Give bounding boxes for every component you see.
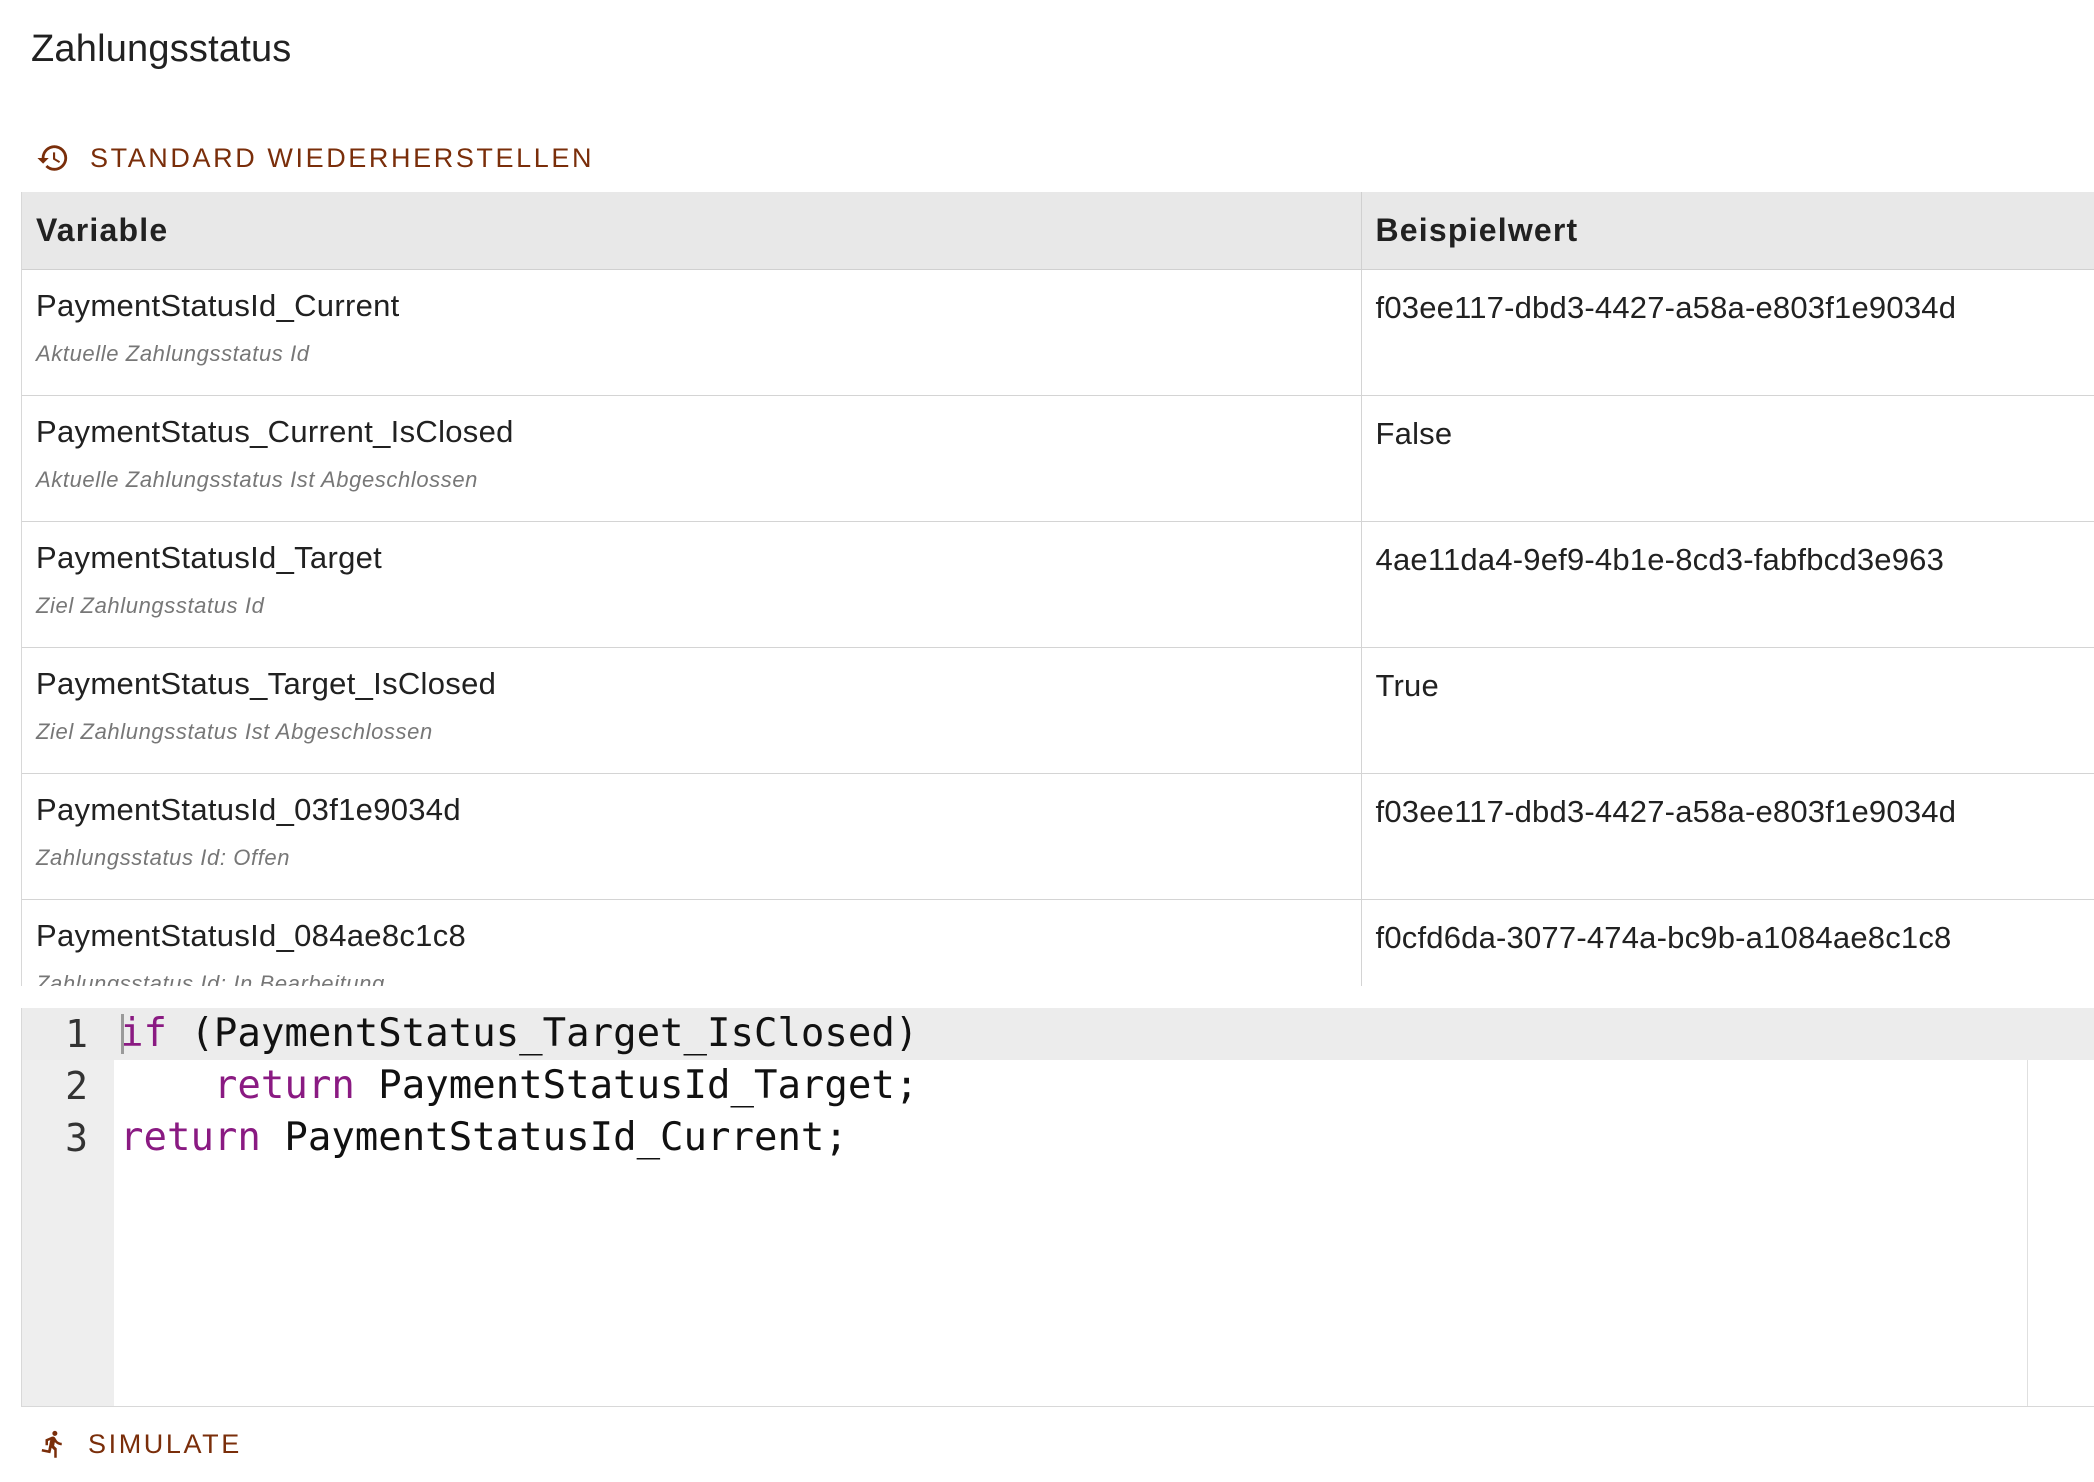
run-icon	[41, 1430, 62, 1458]
code-rest: (PaymentStatus_Target_IsClosed)	[166, 1011, 919, 1056]
code-text: if (PaymentStatus_Target_IsClosed)	[120, 1008, 918, 1060]
variable-description: Aktuelle Zahlungsstatus Id	[36, 340, 310, 366]
code-rest: PaymentStatusId_Current;	[260, 1115, 848, 1160]
code-line[interactable]: 2 return PaymentStatusId_Target;	[22, 1060, 2094, 1112]
example-value: 4ae11da4-9ef9-4b1e-8cd3-fabfbcd3e963	[1375, 541, 1945, 577]
code-line[interactable]: 1 if (PaymentStatus_Target_IsClosed)	[22, 1008, 2094, 1060]
code-rest: PaymentStatusId_Target;	[354, 1063, 919, 1108]
table-row: PaymentStatus_Current_IsClosed Aktuelle …	[22, 395, 2094, 522]
variable-name: PaymentStatusId_Target	[36, 539, 383, 575]
variable-name: PaymentStatusId_Current	[36, 287, 400, 323]
value-cell: False	[1360, 395, 2094, 522]
variable-cell: PaymentStatusId_Current Aktuelle Zahlung…	[22, 269, 1361, 396]
variable-description: Zahlungsstatus Id: In Bearbeitung	[36, 970, 385, 987]
variable-name: PaymentStatusId_084ae8c1c8	[36, 917, 467, 953]
table-header-row: Variable Beispielwert	[22, 192, 2094, 270]
table-row: PaymentStatusId_Current Aktuelle Zahlung…	[22, 269, 2094, 396]
simulate-label: SIMULATE	[88, 1428, 242, 1459]
restore-defaults-label: STANDARD WIEDERHERSTELLEN	[90, 142, 595, 173]
example-value: f0cfd6da-3077-474a-bc9b-a1084ae8c1c8	[1375, 919, 1952, 955]
variables-table-container[interactable]: Variable Beispielwert PaymentStatusId_Cu…	[21, 192, 2094, 986]
column-header-example-value: Beispielwert	[1360, 192, 2094, 270]
restore-defaults-button[interactable]: STANDARD WIEDERHERSTELLEN	[36, 138, 594, 178]
value-cell: True	[1360, 647, 2094, 774]
table-row: PaymentStatus_Target_IsClosed Ziel Zahlu…	[22, 647, 2094, 774]
line-number: 3	[65, 1116, 88, 1160]
example-value: True	[1375, 667, 1439, 703]
variable-description: Ziel Zahlungsstatus Ist Abgeschlossen	[36, 718, 433, 744]
variable-description: Ziel Zahlungsstatus Id	[36, 592, 265, 618]
simulate-button[interactable]: SIMULATE	[38, 1424, 242, 1464]
example-value: f03ee117-dbd3-4427-a58a-e803f1e9034d	[1375, 289, 1957, 325]
variable-cell: PaymentStatus_Target_IsClosed Ziel Zahlu…	[22, 647, 1361, 774]
variable-description: Aktuelle Zahlungsstatus Ist Abgeschlosse…	[36, 466, 479, 492]
variable-cell: PaymentStatusId_084ae8c1c8 Zahlungsstatu…	[22, 899, 1361, 986]
code-line[interactable]: 3 return PaymentStatusId_Current;	[22, 1112, 2094, 1164]
variables-table: Variable Beispielwert PaymentStatusId_Cu…	[22, 192, 2094, 986]
code-text: return PaymentStatusId_Current;	[120, 1112, 848, 1164]
example-value: False	[1375, 415, 1453, 451]
variable-cell: PaymentStatusId_Target Ziel Zahlungsstat…	[22, 521, 1361, 648]
code-keyword: if	[120, 1011, 167, 1056]
table-row: PaymentStatusId_084ae8c1c8 Zahlungsstatu…	[22, 899, 2094, 986]
variable-name: PaymentStatus_Target_IsClosed	[36, 665, 497, 701]
variable-name: PaymentStatus_Current_IsClosed	[36, 413, 514, 449]
variable-description: Zahlungsstatus Id: Offen	[36, 844, 291, 870]
variable-name: PaymentStatusId_03f1e9034d	[36, 791, 461, 827]
example-value: f03ee117-dbd3-4427-a58a-e803f1e9034d	[1375, 793, 1957, 829]
value-cell: 4ae11da4-9ef9-4b1e-8cd3-fabfbcd3e963	[1360, 521, 2094, 648]
page-title: Zahlungsstatus	[31, 28, 292, 70]
code-keyword: return	[120, 1115, 261, 1160]
line-number: 1	[65, 1012, 88, 1056]
line-number: 2	[65, 1064, 88, 1108]
table-row: PaymentStatusId_03f1e9034d Zahlungsstatu…	[22, 773, 2094, 900]
history-icon	[37, 145, 68, 171]
column-header-variable: Variable	[22, 192, 1361, 270]
table-row: PaymentStatusId_Target Ziel Zahlungsstat…	[22, 521, 2094, 648]
code-text: return PaymentStatusId_Target;	[120, 1060, 918, 1112]
variable-cell: PaymentStatusId_03f1e9034d Zahlungsstatu…	[22, 773, 1361, 900]
variable-cell: PaymentStatus_Current_IsClosed Aktuelle …	[22, 395, 1361, 522]
value-cell: f03ee117-dbd3-4427-a58a-e803f1e9034d	[1360, 269, 2094, 396]
code-keyword: return	[213, 1063, 355, 1108]
code-editor[interactable]: 1 if (PaymentStatus_Target_IsClosed) 2 r…	[21, 1008, 2094, 1407]
text-cursor	[121, 1014, 124, 1054]
value-cell: f0cfd6da-3077-474a-bc9b-a1084ae8c1c8	[1360, 899, 2094, 986]
value-cell: f03ee117-dbd3-4427-a58a-e803f1e9034d	[1360, 773, 2094, 900]
